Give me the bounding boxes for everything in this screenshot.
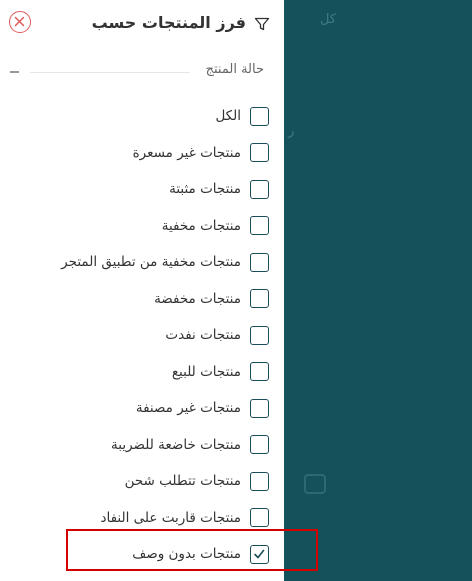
filter-option[interactable]: منتجات تتطلب شحن (0, 463, 269, 500)
checkbox[interactable] (250, 216, 269, 236)
option-label: منتجات نفدت (165, 327, 241, 344)
checkbox[interactable] (250, 179, 269, 199)
checkbox[interactable] (250, 252, 269, 272)
option-label: الكل (215, 108, 241, 125)
checkbox[interactable] (250, 508, 269, 528)
option-label: منتجات قاربت على النفاد (100, 509, 241, 526)
checkbox[interactable] (250, 435, 269, 455)
checkbox[interactable] (250, 289, 269, 309)
panel-header: فرز المنتجات حسب (0, 9, 284, 39)
filter-option[interactable]: منتجات مثبتة (0, 171, 269, 208)
filter-option[interactable]: منتجات مخفية (0, 208, 269, 245)
checkbox[interactable] (250, 471, 269, 491)
option-label: منتجات مخفية من تطبيق المتجر (61, 254, 241, 271)
checkbox[interactable] (250, 325, 269, 345)
funnel-icon (254, 16, 270, 32)
filter-option[interactable]: منتجات نفدت (0, 317, 269, 354)
checkbox[interactable] (250, 143, 269, 163)
product-status-section: حالة المنتج (0, 62, 284, 82)
option-label: منتجات غير مصنفة (135, 400, 241, 417)
status-options-list: الكل منتجات غير مسعرة منتجات مثبتة منتجات م… (0, 98, 269, 573)
backdrop-text: كل (320, 12, 337, 27)
page-backdrop[interactable]: كل ر (284, 0, 472, 581)
filter-option[interactable]: منتجات خاضعة للضريبة (0, 427, 269, 464)
filter-option[interactable]: منتجات مخفية من تطبيق المتجر (0, 244, 269, 281)
section-title: حالة المنتج (205, 62, 264, 77)
checkbox[interactable] (250, 398, 269, 418)
backdrop-text: ر (288, 124, 295, 139)
filter-panel: فرز المنتجات حسب حالة المنتج الكل منتجات … (0, 0, 284, 581)
filter-option[interactable]: منتجات مخفضة (0, 281, 269, 318)
highlight-box (66, 529, 318, 571)
option-label: منتجات مخفضة (154, 290, 241, 307)
inbox-icon (304, 474, 326, 494)
close-icon (14, 16, 25, 27)
option-label: منتجات مخفية (161, 217, 241, 234)
filter-option[interactable]: منتجات غير مسعرة (0, 135, 269, 172)
option-label: منتجات للبيع (171, 363, 241, 380)
option-label: منتجات مثبتة (169, 181, 241, 198)
filter-option[interactable]: منتجات للبيع (0, 354, 269, 391)
option-label: منتجات تتطلب شحن (124, 473, 241, 490)
panel-title: فرز المنتجات حسب (91, 13, 246, 32)
section-divider (30, 72, 190, 73)
option-label: منتجات غير مسعرة (132, 144, 241, 161)
close-button[interactable] (9, 11, 31, 33)
checkbox[interactable] (250, 106, 269, 126)
filter-option[interactable]: منتجات غير مصنفة (0, 390, 269, 427)
filter-option[interactable]: الكل (0, 98, 269, 135)
option-label: منتجات خاضعة للضريبة (111, 436, 241, 453)
collapse-icon[interactable] (10, 71, 19, 73)
checkbox[interactable] (250, 362, 269, 382)
